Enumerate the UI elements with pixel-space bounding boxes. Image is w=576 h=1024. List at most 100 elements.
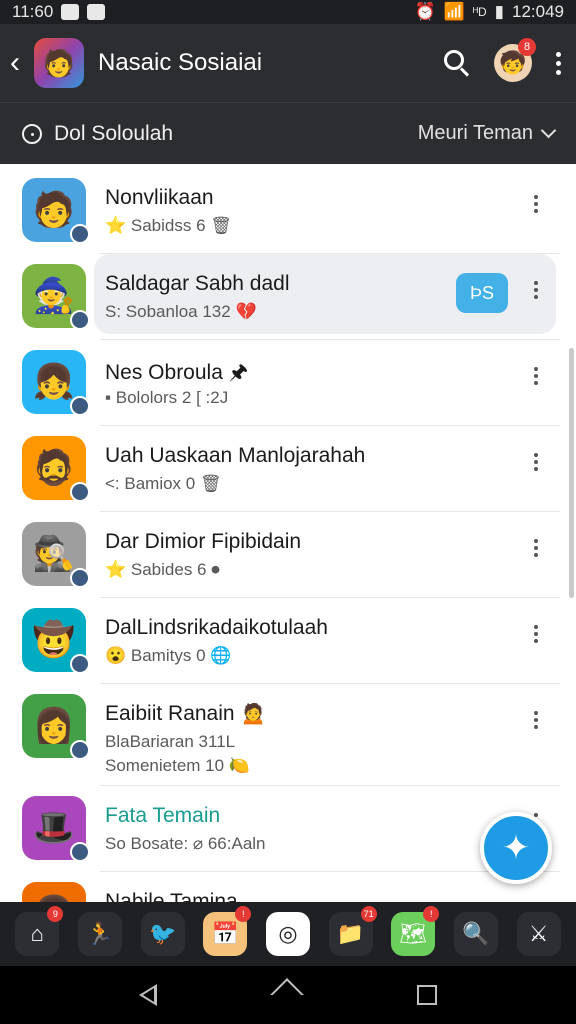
contact-avatar[interactable]: 👩 <box>22 694 90 760</box>
contact-meta: ⭐ Sabidss 6 🗑 <box>105 216 232 235</box>
notification-icon <box>61 4 80 20</box>
contact-row[interactable]: 🕵 Dar Dimior Fipibidain ⭐ Sabides 6 ⏺ <box>0 512 560 598</box>
dock-badge: 9 <box>47 906 64 922</box>
contact-name: Uah Uaskaan Manlojarahah <box>105 444 366 467</box>
row-more-icon[interactable] <box>534 367 538 385</box>
dock-glyph: 📁 <box>336 921 365 946</box>
contact-meta: ▪ Bololors 2 [ :2J <box>105 388 229 407</box>
battery-icon: ▮ <box>494 2 504 21</box>
dock-badge: 71 <box>360 906 377 922</box>
status-time-left: 11:60 <box>12 2 54 21</box>
contact-row[interactable]: 🧙 Saldagar Sabh dadl S: Sobanloa 132 💔 ÞS <box>0 254 560 340</box>
sub-bar-left-label[interactable]: Dol Soloulah <box>54 122 173 146</box>
contact-row[interactable]: 👧 Nes Obroula 🖈 ▪ Bololors 2 [ :2J <box>0 340 560 426</box>
compose-fab-button[interactable]: ✦ <box>480 812 552 884</box>
chevron-down-icon <box>540 122 557 139</box>
alarm-icon: ⏰ <box>414 2 436 21</box>
app-dock: ⌂ 9 🏃 🐦 📅! ◎ 📁 71 🗺! 🔍 ⚔ <box>0 902 576 966</box>
status-bar: 11:60 ⏰ 📶 ᴴD ▮ 12:049 <box>0 0 576 24</box>
sub-bar: Dol Soloulah Meuri Teman <box>0 102 576 164</box>
row-more-icon[interactable] <box>534 453 538 471</box>
status-badge <box>70 224 90 244</box>
row-more-icon[interactable] <box>534 539 538 557</box>
dock-glyph: ⚔ <box>528 921 549 946</box>
clock-icon <box>22 123 42 144</box>
contact-row[interactable]: 🤠 DalLindsrikadaikotulaah 😮 Bamitys 0 🌐 <box>0 598 560 684</box>
row-more-icon[interactable] <box>534 711 538 729</box>
nav-recents-icon[interactable] <box>417 985 437 1005</box>
contact-avatar[interactable]: 🧔 <box>22 436 90 502</box>
app-title: Nasaic Sosiaiai <box>98 49 263 76</box>
friends-menu-dropdown[interactable]: Meuri Teman <box>417 122 557 145</box>
contact-row[interactable]: 👩 Eaibiit Ranain 🙍 BlaBariaran 311L Somenie… <box>0 684 560 786</box>
contact-meta: 😮 Bamitys 0 🌐 <box>105 646 232 665</box>
contact-row[interactable]: 👦 Nabile Tamina <box>0 872 560 902</box>
nav-back-icon[interactable] <box>139 984 157 1006</box>
contact-avatar[interactable]: 👦 <box>22 882 86 902</box>
contact-avatar[interactable]: 🎩 <box>22 796 90 862</box>
app-bar: ‹ 🧑 Nasaic Sosiaiai 🧒 8 <box>0 24 576 102</box>
status-badge <box>70 310 90 330</box>
home-app-icon[interactable]: ⌂ 9 <box>15 906 64 956</box>
dock-badge: ! <box>235 906 252 922</box>
app-logo: 🧑 <box>34 38 84 88</box>
camera-app-icon[interactable]: ◎ <box>265 912 310 956</box>
contact-list[interactable]: 🧑 Nonvliikaan ⭐ Sabidss 6 🗑 🧙 Saldagar Sabh … <box>0 168 576 902</box>
contact-meta: <: Bamiox 0 🗑 <box>105 474 222 493</box>
row-more-icon[interactable] <box>534 281 538 299</box>
contact-avatar[interactable]: 👧 <box>22 350 90 416</box>
contact-name: Fata Temain <box>105 804 221 827</box>
contact-name: Nonvliikaan <box>105 186 214 209</box>
contact-meta-secondary: Somenietem 10 🍋 <box>105 756 250 775</box>
status-badge <box>70 654 90 674</box>
dock-glyph: ⌂ <box>30 921 44 946</box>
runner-app-icon[interactable]: 🏃 <box>77 912 122 956</box>
search-icon[interactable] <box>442 48 472 78</box>
row-more-icon[interactable] <box>534 195 538 213</box>
calendar-app-icon[interactable]: 📅! <box>203 906 252 956</box>
contact-meta: BlaBariaran 311L <box>105 732 236 751</box>
contact-meta: ⭐ Sabides 6 ⏺ <box>105 560 220 579</box>
contact-meta: So Bosate: ⌀ 66:Aaln <box>105 834 266 853</box>
status-badge <box>70 568 90 588</box>
dock-glyph: 🗺 <box>399 921 428 946</box>
dock-badge: ! <box>423 906 440 922</box>
dock-glyph: 📅 <box>211 921 239 946</box>
contact-meta: S: Sobanloa 132 💔 <box>105 302 257 321</box>
sub-bar-right-label: Meuri Teman <box>417 122 533 144</box>
scrollbar[interactable] <box>569 348 574 598</box>
contact-name: Saldagar Sabh dadl <box>105 272 290 295</box>
bird-app-icon[interactable]: 🐦 <box>140 912 185 956</box>
gallery-icon <box>87 4 106 20</box>
dock-glyph: ◎ <box>278 921 298 946</box>
status-badge <box>70 482 90 502</box>
search-app-icon[interactable]: 🔍 <box>453 912 498 956</box>
dock-glyph: 🐦 <box>148 921 177 946</box>
nav-home-icon[interactable] <box>270 978 304 1012</box>
contact-avatar[interactable]: 🧙 <box>22 264 90 330</box>
contact-avatar[interactable]: 🤠 <box>22 608 90 674</box>
dock-glyph: 🏃 <box>86 921 114 946</box>
row-more-icon[interactable] <box>534 625 538 643</box>
status-badge <box>70 740 90 760</box>
profile-avatar-button[interactable]: 🧒 8 <box>494 38 536 82</box>
maps-app-icon[interactable]: 🗺! <box>391 906 440 956</box>
contact-name: Nabile Tamina <box>105 890 238 902</box>
contact-row[interactable]: 🎩 Fata Temain So Bosate: ⌀ 66:Aaln <box>0 786 560 872</box>
folder-app-icon[interactable]: 📁 71 <box>328 906 377 956</box>
more-options-icon[interactable] <box>554 51 562 75</box>
status-time-right: 12:049 <box>512 2 564 21</box>
contact-avatar[interactable]: 🕵 <box>22 522 90 588</box>
profile-badge: 8 <box>518 38 536 56</box>
game-app-icon[interactable]: ⚔ <box>516 912 561 956</box>
contact-name: DalLindsrikadaikotulaah <box>105 616 328 639</box>
contact-name: Eaibiit Ranain 🙍 <box>105 702 267 725</box>
system-nav-bar <box>0 966 576 1024</box>
contact-row[interactable]: 🧔 Uah Uaskaan Manlojarahah <: Bamiox 0 🗑 <box>0 426 560 512</box>
contact-avatar[interactable]: 🧑 <box>22 178 90 244</box>
sparkle-icon: ✦ <box>501 829 531 867</box>
contact-tag-button[interactable]: ÞS <box>456 273 508 313</box>
status-badge <box>70 396 90 416</box>
back-arrow-icon[interactable]: ‹ <box>10 46 32 80</box>
contact-row[interactable]: 🧑 Nonvliikaan ⭐ Sabidss 6 🗑 <box>0 168 560 254</box>
